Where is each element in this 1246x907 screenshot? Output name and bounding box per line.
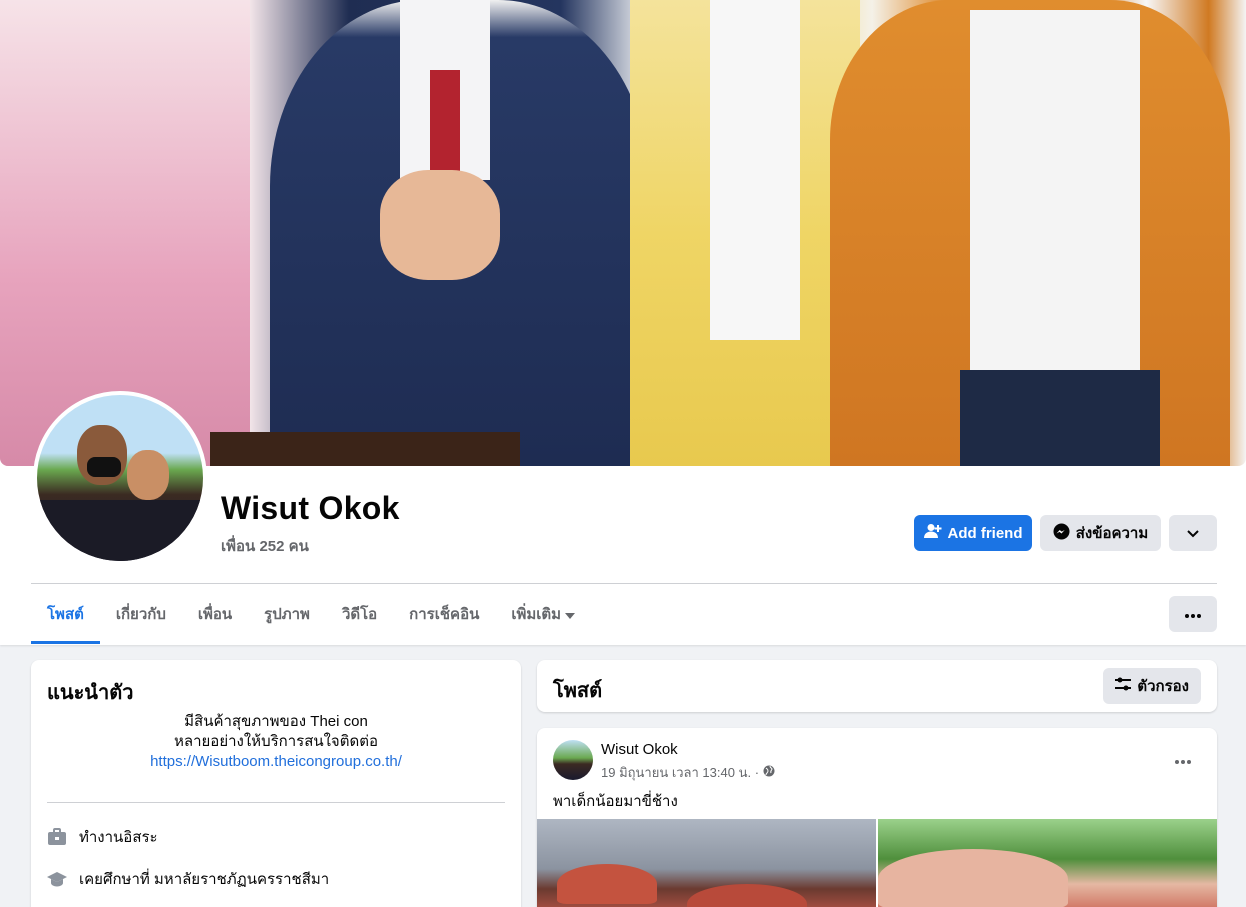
more-dots-icon [1175, 751, 1191, 769]
post-text: พาเด็กน้อยมาขี่ช้าง [553, 793, 678, 810]
tab-label: รูปภาพ [264, 606, 310, 623]
caret-down-icon [565, 606, 576, 623]
filter-button[interactable]: ตัวกรอง [1103, 668, 1201, 704]
umbrella-shape [687, 884, 807, 907]
friends-count[interactable]: เพื่อน 252 คน [221, 534, 309, 558]
umbrella-shape [878, 849, 1068, 907]
cover-shirt-white [710, 0, 800, 340]
more-dots-icon [1185, 605, 1201, 623]
cover-hands [380, 170, 500, 280]
chevron-down-icon [1187, 525, 1199, 542]
cover-photo[interactable] [0, 0, 1246, 466]
briefcase-icon [47, 827, 67, 847]
tab-about[interactable]: เกี่ยวกับ [100, 585, 182, 643]
tab-checkins[interactable]: การเช็คอิน [393, 585, 495, 643]
bio-line: มีสินค้าสุขภาพของ Thei con [184, 713, 368, 730]
posts-title: โพสต์ [553, 680, 603, 702]
post-options-button[interactable] [1165, 742, 1201, 778]
tab-label: เพิ่มเติม [511, 606, 562, 623]
filter-label: ตัวกรอง [1137, 678, 1189, 695]
globe-icon [763, 765, 775, 780]
graduation-cap-icon [47, 869, 67, 889]
profile-header: Wisut Okok เพื่อน 252 คน Add friend ส่งข… [0, 0, 1246, 645]
post-photo[interactable] [537, 819, 876, 907]
add-person-icon [923, 523, 942, 543]
bio-link[interactable]: https://Wisutboom.theicongroup.co.th/ [150, 753, 402, 770]
tab-label: การเช็คอิน [409, 606, 480, 623]
intro-card: แนะนำตัว มีสินค้าสุขภาพของ Thei con หลาย… [31, 660, 521, 907]
posts-header: โพสต์ ตัวกรอง [537, 660, 1217, 712]
bio: มีสินค้าสุขภาพของ Thei con หลายอย่างให้บ… [47, 712, 505, 772]
add-friend-label: Add friend [947, 524, 1023, 542]
work-text: ทำงานอิสระ [79, 829, 158, 846]
cover-tshirt [970, 10, 1140, 380]
post-photo[interactable] [878, 819, 1217, 907]
tab-photos[interactable]: รูปภาพ [248, 585, 326, 643]
tab-friends[interactable]: เพื่อน [182, 585, 248, 643]
cover-coffee [210, 432, 520, 466]
tab-label: โพสต์ [47, 606, 84, 623]
tab-more[interactable]: เพิ่มเติม [495, 585, 591, 643]
intro-divider [47, 802, 505, 803]
header-divider [31, 583, 1217, 584]
intro-title: แนะนำตัว [47, 682, 134, 704]
add-friend-button[interactable]: Add friend [914, 515, 1032, 551]
post-timestamp[interactable]: 19 มิถุนายน เวลา 13:40 น. · [601, 762, 759, 783]
profile-picture[interactable] [33, 391, 207, 565]
education-text: เคยศึกษาที่ มหาลัยราชภัฏนครราชสีมา [79, 871, 330, 888]
profile-options-button[interactable] [1169, 515, 1217, 551]
umbrella-shape [557, 864, 657, 904]
message-button[interactable]: ส่งข้อความ [1040, 515, 1161, 551]
tab-label: วิดีโอ [341, 606, 378, 623]
post-author-avatar[interactable] [553, 740, 593, 780]
post-author[interactable]: Wisut Okok [601, 741, 678, 758]
post-card: Wisut Okok 19 มิถุนายน เวลา 13:40 น. · พ… [537, 728, 1217, 907]
intro-work: ทำงานอิสระ [47, 825, 158, 849]
profile-name: Wisut Okok [221, 490, 400, 526]
messenger-icon [1053, 523, 1070, 544]
cover-jeans [960, 370, 1160, 466]
tab-posts[interactable]: โพสต์ [31, 585, 100, 644]
bio-line: หลายอย่างให้บริการสนใจติดต่อ [174, 733, 378, 750]
more-options-button[interactable] [1169, 596, 1217, 632]
message-label: ส่งข้อความ [1075, 525, 1149, 542]
tab-videos[interactable]: วิดีโอ [326, 585, 393, 643]
post-meta: 19 มิถุนายน เวลา 13:40 น. · [601, 762, 775, 783]
intro-education: เคยศึกษาที่ มหาลัยราชภัฏนครราชสีมา [47, 867, 329, 891]
tab-label: เกี่ยวกับ [115, 606, 166, 623]
profile-tabs: โพสต์ เกี่ยวกับ เพื่อน รูปภาพ วิดีโอ การ… [31, 585, 591, 644]
filter-sliders-icon [1115, 677, 1132, 695]
tab-label: เพื่อน [197, 606, 233, 623]
